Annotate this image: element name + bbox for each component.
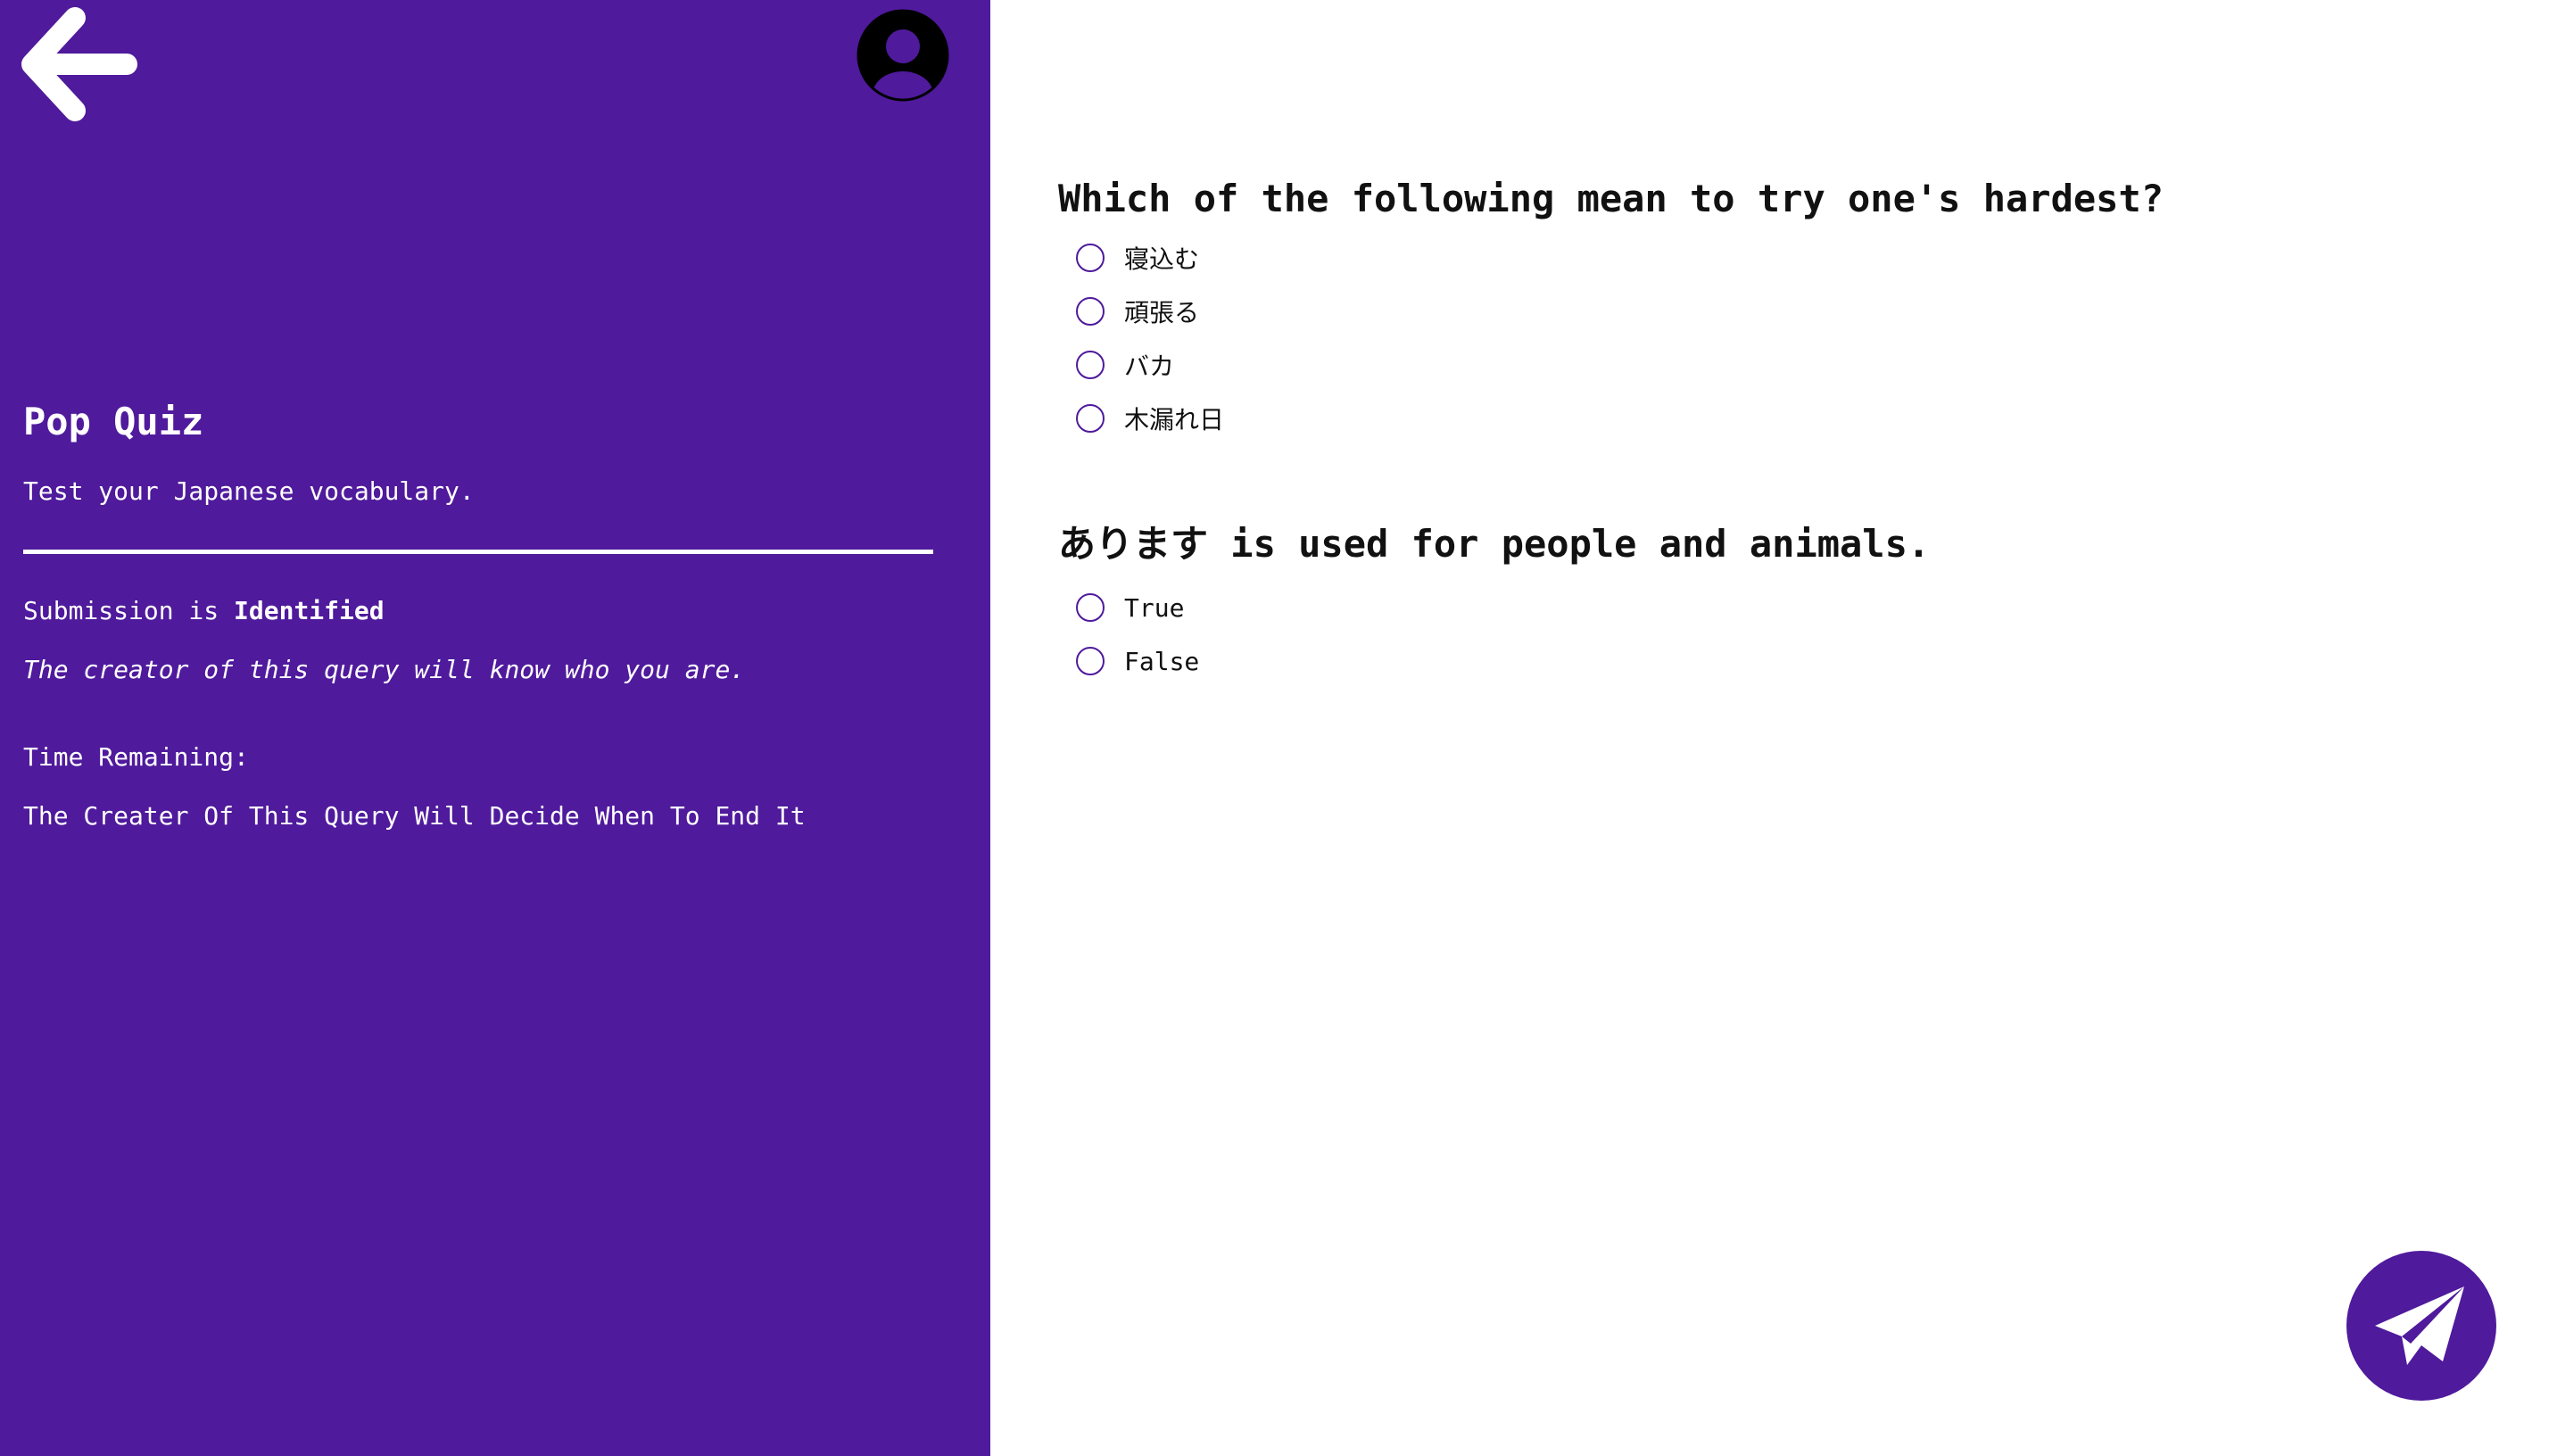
question-text: Which of the following mean to try one's… [1058,177,2164,220]
user-avatar-icon [856,9,949,102]
submission-prefix: Submission is [23,596,219,625]
option-list: True False [1058,581,1930,688]
option-label: False [1124,646,1200,676]
option-radio[interactable]: バカ [1058,338,2164,392]
option-label: 寝込む [1124,244,1200,274]
send-button[interactable] [2346,1251,2496,1401]
option-radio[interactable]: True [1058,581,1930,634]
option-radio[interactable]: False [1058,634,1930,688]
question-1: Which of the following mean to try one's… [1058,177,2164,445]
back-button[interactable] [12,5,137,121]
quiz-title: Pop Quiz [23,400,204,443]
radio-button[interactable] [1076,244,1105,272]
radio-button[interactable] [1076,351,1105,379]
divider [23,550,933,554]
time-remaining-value: The Creater Of This Query Will Decide Wh… [23,801,806,831]
creator-note: The creator of this query will know who … [23,655,746,684]
option-label: 頑張る [1124,298,1200,327]
question-2: あります is used for people and animals. Tru… [1058,514,1930,688]
option-radio[interactable]: 頑張る [1058,285,2164,338]
time-remaining-label: Time Remaining: [23,742,249,772]
avatar[interactable] [856,9,949,102]
option-label: 木漏れ日 [1124,405,1225,434]
radio-button[interactable] [1076,647,1105,675]
submission-mode: Identified [234,596,385,625]
option-radio[interactable]: 木漏れ日 [1058,392,2164,445]
arrow-left-icon [21,7,137,121]
question-text: あります is used for people and animals. [1058,522,1931,566]
option-label: True [1124,592,1185,623]
option-label: バカ [1124,352,1175,381]
radio-button[interactable] [1076,593,1105,622]
radio-button[interactable] [1076,297,1105,326]
paper-plane-icon [2375,1286,2464,1365]
quiz-description: Test your Japanese vocabulary. [23,476,475,506]
option-radio[interactable]: 寝込む [1058,231,2164,285]
radio-button[interactable] [1076,404,1105,433]
option-list: 寝込む 頑張る バカ 木漏れ日 [1058,231,2164,445]
submission-status: Submission is Identified [23,596,385,625]
sidebar: Pop Quiz Test your Japanese vocabulary. … [0,0,990,1456]
